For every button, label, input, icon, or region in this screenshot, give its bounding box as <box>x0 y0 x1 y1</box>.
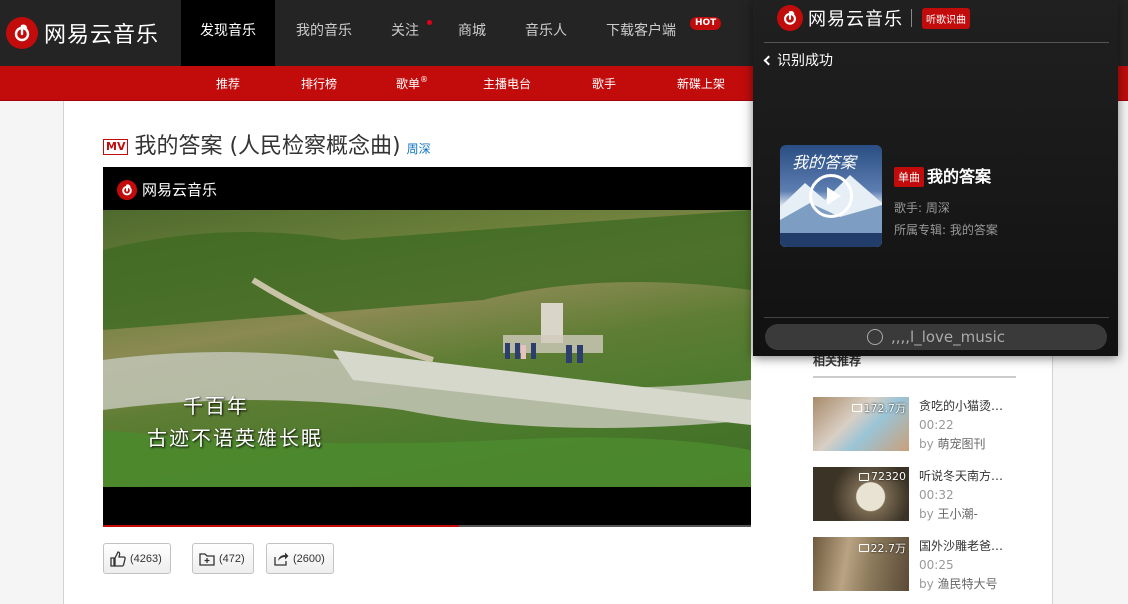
netease-music-logo-icon <box>6 17 38 49</box>
subnav-recommend[interactable]: 推荐 <box>216 66 240 101</box>
video-player[interactable]: 网易云音乐 千百年 古迹不语英雄长眠 <box>103 167 751 527</box>
play-count: 172.7万 <box>863 402 907 415</box>
share-button[interactable]: (2600) <box>266 543 334 574</box>
share-icon <box>274 552 289 566</box>
video-camera-icon <box>851 404 862 412</box>
player-watermark: 网易云音乐 <box>117 179 217 200</box>
related-author-link[interactable]: 王小潮- <box>938 507 978 521</box>
like-button[interactable]: (4263) <box>103 543 171 574</box>
user-account-pill[interactable]: ,,,,l_love_music <box>765 324 1107 350</box>
mv-tag: MV <box>103 139 129 155</box>
subnav-artists[interactable]: 歌手 <box>592 66 616 101</box>
video-progress-bar[interactable] <box>103 525 751 527</box>
subnav-playlists-label: 歌单 <box>396 77 421 91</box>
play-count: 72320 <box>871 470 906 483</box>
subnav-radio[interactable]: 主播电台 <box>483 66 531 101</box>
related-author-line: by 王小潮- <box>919 505 978 522</box>
nav-musician[interactable]: 音乐人 <box>506 0 586 66</box>
popup-divider <box>764 42 1109 43</box>
related-by-prefix: by <box>919 507 934 521</box>
player-watermark-text: 网易云音乐 <box>142 181 218 199</box>
related-duration: 00:22 <box>919 418 954 432</box>
nav-download-client[interactable]: 下载客户端 <box>587 0 695 66</box>
popup-footer-divider <box>764 317 1109 318</box>
related-thumbnail[interactable]: 72320 <box>813 467 909 521</box>
user-icon <box>866 329 883 345</box>
collect-button[interactable]: (472) <box>192 543 254 574</box>
play-count-badge: 172.7万 <box>851 400 907 416</box>
related-author-link[interactable]: 渔民特大号 <box>938 577 998 591</box>
user-name: ,,,,l_love_music <box>890 328 1006 346</box>
play-circle-icon[interactable] <box>809 174 853 218</box>
popup-back-label: 识别成功 <box>777 53 833 69</box>
play-icon <box>827 187 841 205</box>
song-album: 所属专辑: 我的答案 <box>894 223 998 237</box>
thumbs-up-icon <box>110 550 126 567</box>
song-recognition-popup: 网易云音乐 听歌识曲 识别成功 我的答案 单曲 我的答案 歌手: 周深 所属专辑… <box>753 0 1118 356</box>
netease-music-logo-icon <box>117 179 137 200</box>
popup-header-separator <box>911 9 912 27</box>
subnav-charts[interactable]: 排行榜 <box>301 66 337 101</box>
video-frame: 千百年 古迹不语英雄长眠 <box>103 210 751 487</box>
subnav-playlists-sup: ® <box>420 75 429 84</box>
netease-music-logo-icon <box>777 5 803 31</box>
nav-discover[interactable]: 发现音乐 <box>181 0 275 66</box>
nav-store[interactable]: 商城 <box>439 0 505 66</box>
hot-badge: HOT <box>690 17 722 30</box>
album-cover-title: 我的答案 <box>792 153 857 172</box>
add-folder-icon <box>199 552 215 566</box>
song-name-link[interactable]: 我的答案 <box>927 163 991 187</box>
video-camera-icon <box>858 544 869 552</box>
mv-title-row: MV 我的答案 (人民检察概念曲) 周深 <box>103 128 431 160</box>
related-item[interactable]: 72320 听说冬天南方… 00:32 by 王小潮- <box>813 467 1033 523</box>
chevron-left-icon <box>763 55 774 65</box>
subnav-playlists[interactable]: 歌单® <box>396 66 428 101</box>
song-singer: 歌手: 周深 <box>894 201 950 215</box>
popup-feature-tag: 听歌识曲 <box>922 7 970 29</box>
share-count: (2600) <box>293 552 325 565</box>
related-title[interactable]: 国外沙雕老爸… <box>919 537 1031 554</box>
related-author-line: by 渔民特大号 <box>919 575 998 592</box>
related-by-prefix: by <box>919 437 934 451</box>
related-author-link[interactable]: 萌宠图刊 <box>938 437 986 451</box>
related-by-prefix: by <box>919 577 934 591</box>
subnav-new-albums[interactable]: 新碟上架 <box>677 66 725 101</box>
nav-follow[interactable]: 关注 <box>372 0 438 66</box>
video-progress-fill <box>103 525 460 527</box>
like-count: (4263) <box>130 552 162 565</box>
collect-count: (472) <box>219 552 245 565</box>
related-title[interactable]: 贪吃的小猫烫… <box>919 397 1031 414</box>
video-subtitle-line1: 千百年 <box>183 394 249 418</box>
related-thumbnail[interactable]: 172.7万 <box>813 397 909 451</box>
single-tag: 单曲 <box>894 167 924 187</box>
related-title[interactable]: 听说冬天南方… <box>919 467 1031 484</box>
site-logo-text: 网易云音乐 <box>44 23 160 48</box>
related-item[interactable]: 172.7万 贪吃的小猫烫… 00:22 by 萌宠图刊 <box>813 397 1033 453</box>
popup-header: 网易云音乐 听歌识曲 <box>777 5 970 31</box>
play-count-badge: 22.7万 <box>858 540 907 556</box>
play-count: 22.7万 <box>870 542 907 555</box>
popup-back-button[interactable]: 识别成功 <box>763 50 833 70</box>
related-duration: 00:32 <box>919 488 954 502</box>
site-logo[interactable]: 网易云音乐 <box>0 0 180 66</box>
related-divider <box>813 376 1016 378</box>
play-count-badge: 72320 <box>859 470 906 483</box>
video-subtitle-line2: 古迹不语英雄长眠 <box>147 426 323 450</box>
nav-follow-dot <box>427 20 432 25</box>
related-author-line: by 萌宠图刊 <box>919 435 986 452</box>
nav-my-music[interactable]: 我的音乐 <box>277 0 371 66</box>
video-camera-icon <box>859 472 869 481</box>
related-thumbnail[interactable]: 22.7万 <box>813 537 909 591</box>
related-item[interactable]: 22.7万 国外沙雕老爸… 00:25 by 渔民特大号 <box>813 537 1033 593</box>
mv-artist-link[interactable]: 周深 <box>407 140 431 157</box>
mv-title: 我的答案 (人民检察概念曲) <box>134 134 401 159</box>
popup-brand: 网易云音乐 <box>808 9 903 30</box>
album-cover[interactable]: 我的答案 <box>780 145 882 247</box>
related-duration: 00:25 <box>919 558 954 572</box>
